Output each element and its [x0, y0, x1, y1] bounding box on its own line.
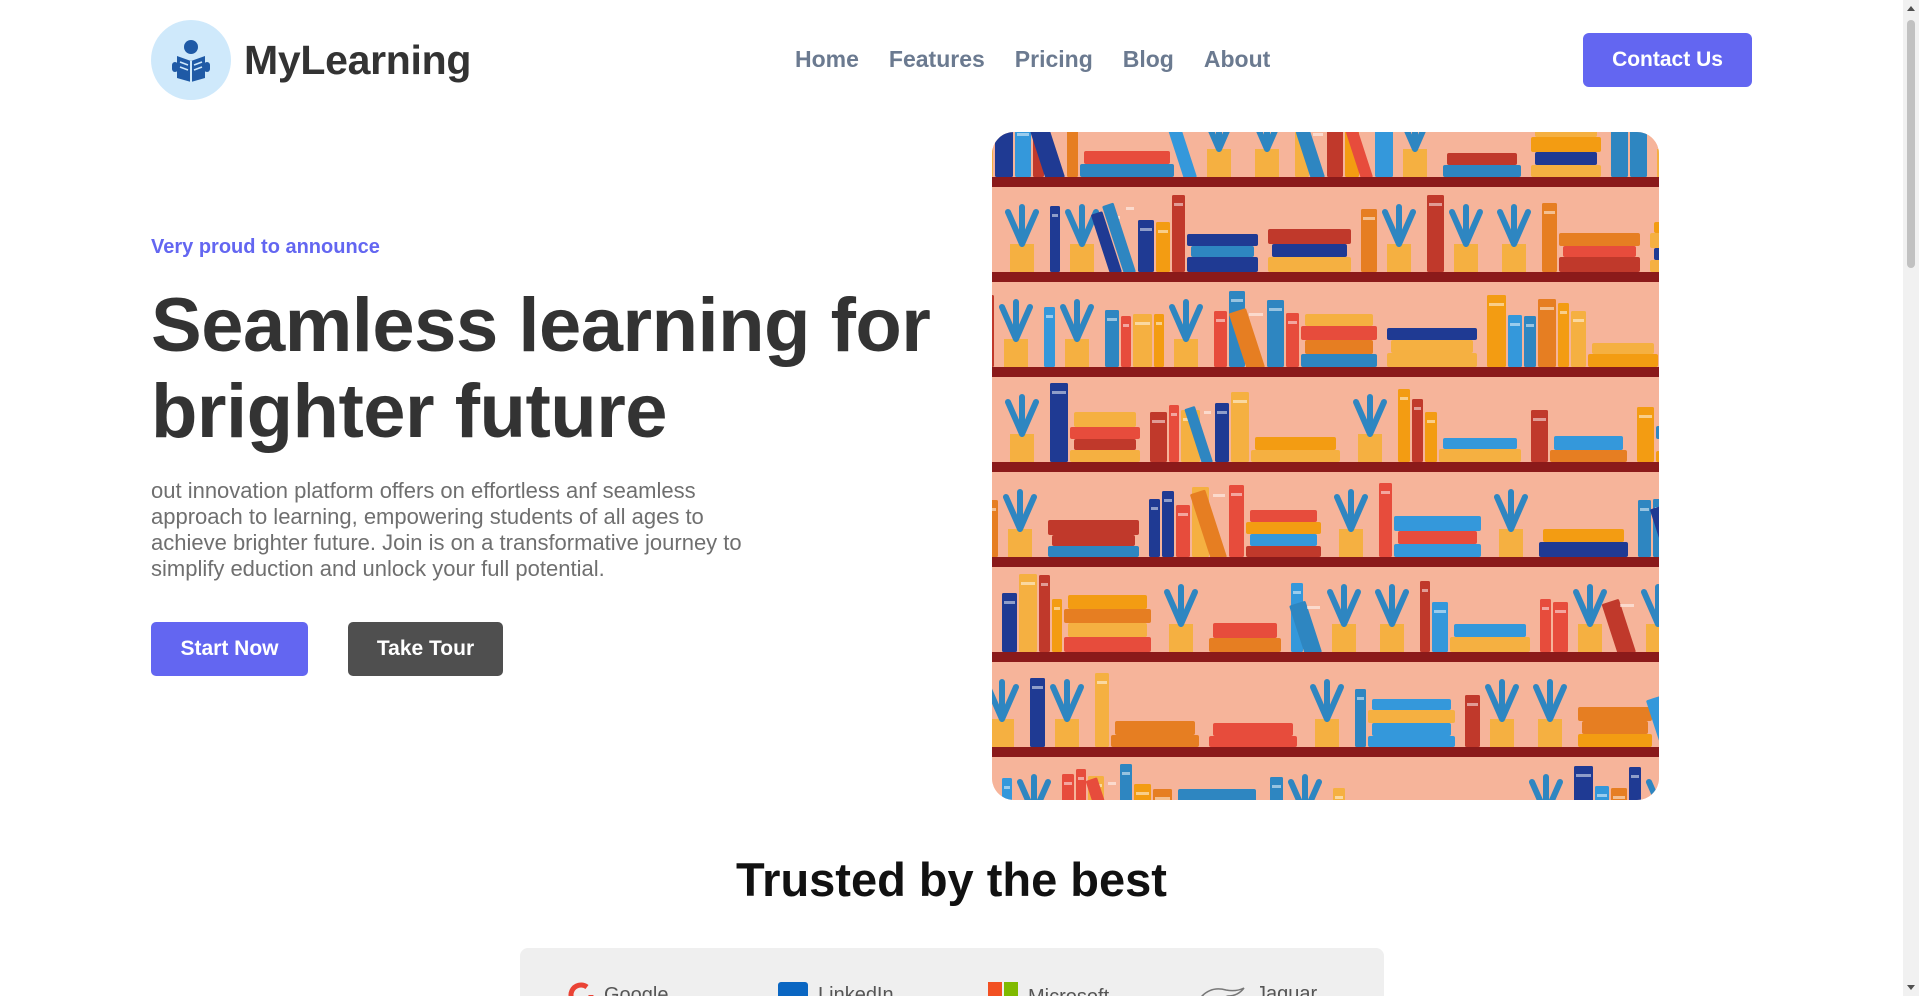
logo[interactable]: MyLearning	[151, 20, 471, 100]
announcement-text: Very proud to announce	[151, 236, 380, 258]
partner-name: Google	[604, 983, 669, 996]
scroll-down-icon[interactable]	[1907, 985, 1915, 990]
trusted-title: Trusted by the best	[736, 853, 1167, 906]
partner-jaguar: Jaguar	[1200, 982, 1317, 996]
partner-name: LinkedIn	[818, 983, 894, 996]
nav-features[interactable]: Features	[889, 46, 985, 73]
bookshelf-illustration	[992, 132, 1659, 800]
google-logo-icon	[568, 982, 594, 996]
hero-headline: Seamless learning for brighter future	[151, 283, 931, 454]
contact-us-button[interactable]: Contact Us	[1583, 33, 1752, 87]
nav-about[interactable]: About	[1204, 46, 1270, 73]
take-tour-button[interactable]: Take Tour	[348, 622, 503, 676]
start-now-button[interactable]: Start Now	[151, 622, 308, 676]
jaguar-logo-icon	[1200, 987, 1245, 996]
brand-name: MyLearning	[244, 36, 472, 83]
scroll-up-icon[interactable]	[1907, 6, 1915, 11]
bookshelf-graphic	[992, 132, 1659, 800]
partner-linkedin: LinkedIn	[778, 982, 894, 996]
linkedin-logo-icon	[778, 982, 808, 996]
main-nav: Home Features Pricing Blog About	[795, 46, 1270, 73]
scrollbar-thumb[interactable]	[1907, 20, 1915, 268]
partner-logos: Google LinkedIn Microsoft Jaguar	[520, 948, 1384, 996]
partner-name: Microsoft	[1028, 986, 1109, 996]
partner-microsoft: Microsoft	[988, 982, 1109, 996]
hero-description: out innovation platform offers on effort…	[151, 478, 742, 581]
site-header: MyLearning Home Features Pricing Blog Ab…	[0, 0, 1903, 120]
nav-home[interactable]: Home	[795, 46, 859, 73]
nav-pricing[interactable]: Pricing	[1015, 46, 1093, 73]
page-scrollbar[interactable]	[1903, 0, 1919, 996]
nav-blog[interactable]: Blog	[1123, 46, 1174, 73]
reading-book-icon	[151, 20, 231, 100]
microsoft-logo-icon	[988, 982, 1018, 996]
partner-google: Google	[568, 982, 669, 996]
partner-name: Jaguar	[1256, 982, 1318, 996]
